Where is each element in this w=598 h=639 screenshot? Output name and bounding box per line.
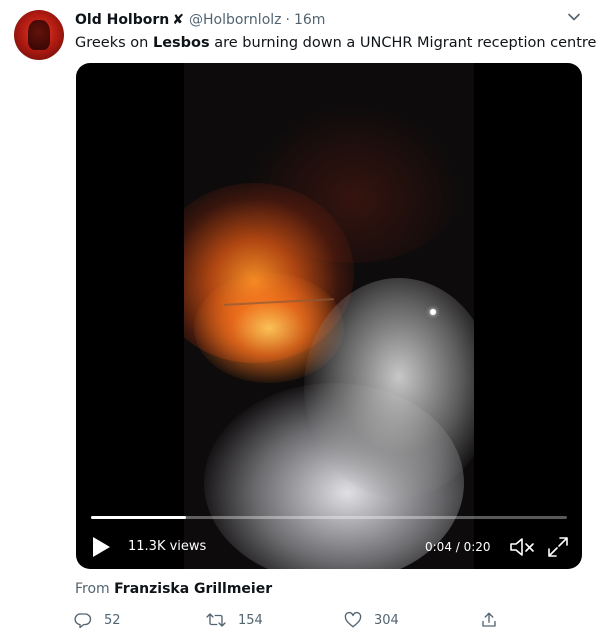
avatar[interactable] — [14, 10, 64, 60]
tweet-header: Old Holborn ✘ @Holbornlolz · 16m — [75, 10, 578, 30]
video-player[interactable]: 11.3K views 0:04 / 0:20 — [76, 63, 582, 569]
fullscreen-icon[interactable] — [546, 535, 570, 559]
tweet-text: Greeks on Lesbos are burning down a UNCH… — [75, 33, 596, 53]
retweet-count: 154 — [238, 612, 263, 628]
attribution-label: From — [75, 581, 110, 597]
like-icon — [344, 611, 362, 628]
tweet-text-part: Greeks on — [75, 35, 153, 51]
tweet-text-bold: Lesbos — [152, 35, 210, 51]
tweet-actions: 52 154 304 — [74, 608, 514, 632]
media-attribution: From Franziska Grillmeier — [75, 581, 272, 597]
retweet-button[interactable]: 154 — [206, 608, 263, 632]
view-count: 11.3K views — [128, 539, 207, 554]
separator-dot: · — [285, 12, 290, 28]
tweet-text-part: are burning down a UNCHR Migrant recepti… — [209, 35, 597, 51]
play-icon[interactable] — [90, 535, 112, 559]
retweet-icon — [206, 613, 226, 627]
reply-button[interactable]: 52 — [74, 608, 121, 632]
like-count: 304 — [374, 612, 399, 628]
share-button[interactable] — [480, 608, 510, 632]
reply-count: 52 — [104, 612, 121, 628]
author-handle[interactable]: @Holbornlolz — [189, 12, 282, 28]
share-icon — [482, 612, 496, 627]
video-timecode: 0:04 / 0:20 — [425, 540, 491, 554]
attribution-source[interactable]: Franziska Grillmeier — [114, 581, 272, 597]
timestamp[interactable]: 16m — [294, 12, 325, 28]
chevron-down-icon[interactable] — [566, 9, 582, 25]
video-frame — [184, 63, 474, 569]
mute-icon[interactable] — [508, 535, 536, 559]
video-progress-fill — [91, 516, 187, 519]
video-controls: 11.3K views 0:04 / 0:20 — [76, 533, 582, 563]
video-progress-bar[interactable] — [91, 516, 567, 519]
reply-icon — [74, 613, 92, 629]
like-button[interactable]: 304 — [344, 608, 399, 632]
author-name[interactable]: Old Holborn — [75, 12, 169, 28]
author-name-suffix: ✘ — [172, 12, 184, 28]
